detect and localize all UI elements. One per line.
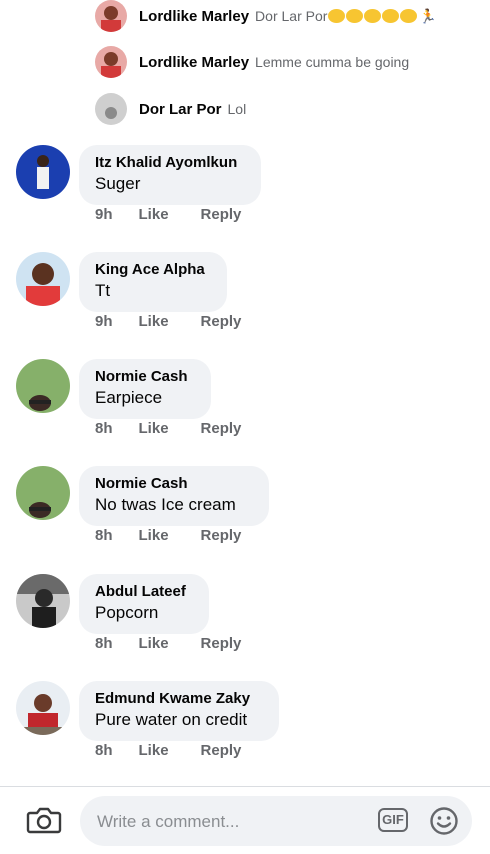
comment-actions: 9h Like Reply xyxy=(95,206,267,223)
comment-author[interactable]: Normie Cash xyxy=(95,367,195,387)
comment-author[interactable]: King Ace Alpha xyxy=(95,260,211,280)
comment-bubble[interactable]: King Ace Alpha Tt xyxy=(79,252,227,312)
comment-actions: 8h Like Reply xyxy=(95,420,267,437)
comment-bubble[interactable]: Abdul Lateef Popcorn xyxy=(79,574,209,634)
comment-text: Pure water on credit xyxy=(95,710,248,729)
reply-button[interactable]: Reply xyxy=(201,635,242,652)
reply-button[interactable]: Reply xyxy=(201,420,242,437)
reply-button[interactable]: Reply xyxy=(201,527,242,544)
laughing-emoji-icon xyxy=(346,8,364,23)
reply-text: Lol xyxy=(227,101,247,117)
comment-actions: 8h Like Reply xyxy=(95,742,267,759)
smiley-icon[interactable] xyxy=(429,806,459,836)
comment: Normie Cash Earpiece 8h Like Reply xyxy=(16,359,476,455)
avatar[interactable] xyxy=(16,359,70,413)
avatar[interactable] xyxy=(95,46,127,78)
comment-time[interactable]: 9h xyxy=(95,313,113,330)
like-button[interactable]: Like xyxy=(139,742,169,759)
gif-button[interactable]: GIF xyxy=(378,808,408,832)
comment-time[interactable]: 8h xyxy=(95,635,113,652)
comment-actions: 9h Like Reply xyxy=(95,313,267,330)
comment: Itz Khalid Ayomlkun Suger 9h Like Reply xyxy=(16,145,476,241)
comment-bubble[interactable]: Edmund Kwame Zaky Pure water on credit xyxy=(79,681,279,741)
comment-bubble[interactable]: Normie Cash Earpiece xyxy=(79,359,211,419)
comment: King Ace Alpha Tt 9h Like Reply xyxy=(16,252,476,348)
comment-author[interactable]: Itz Khalid Ayomlkun xyxy=(95,153,245,173)
like-button[interactable]: Like xyxy=(139,313,169,330)
comment-composer: GIF xyxy=(0,787,490,854)
comment-author[interactable]: Edmund Kwame Zaky xyxy=(95,689,263,709)
laughing-emoji-icon xyxy=(382,8,400,23)
reply-item: Lordlike Marley Lemme cumma be going xyxy=(95,46,409,78)
comment-text: Tt xyxy=(95,281,111,300)
avatar[interactable] xyxy=(16,145,70,199)
avatar[interactable] xyxy=(16,681,70,735)
comment-input-container: GIF xyxy=(80,796,472,846)
like-button[interactable]: Like xyxy=(139,420,169,437)
reply-author[interactable]: Dor Lar Por xyxy=(139,101,222,118)
avatar[interactable] xyxy=(95,93,127,125)
comment-time[interactable]: 9h xyxy=(95,206,113,223)
like-button[interactable]: Like xyxy=(139,206,169,223)
like-button[interactable]: Like xyxy=(139,527,169,544)
comment-actions: 8h Like Reply xyxy=(95,635,267,652)
reply-item: Lordlike Marley Dor Lar Por 🏃 xyxy=(95,0,437,32)
comment: Normie Cash No twas Ice cream 8h Like Re… xyxy=(16,466,476,562)
comment-bubble[interactable]: Normie Cash No twas Ice cream xyxy=(79,466,269,526)
comment-time[interactable]: 8h xyxy=(95,742,113,759)
running-person-icon: 🏃 xyxy=(419,7,437,24)
avatar[interactable] xyxy=(16,574,70,628)
laughing-emoji-icon xyxy=(328,8,346,23)
reply-button[interactable]: Reply xyxy=(201,313,242,330)
comment-author[interactable]: Normie Cash xyxy=(95,474,253,494)
comment-text: Suger xyxy=(95,174,141,193)
reply-button[interactable]: Reply xyxy=(201,742,242,759)
laughing-emoji-icon xyxy=(364,8,382,23)
comment-text: Popcorn xyxy=(95,603,159,622)
comment-text: No twas Ice cream xyxy=(95,495,236,514)
comment-time[interactable]: 8h xyxy=(95,420,113,437)
camera-icon[interactable] xyxy=(26,805,62,835)
comment-input[interactable] xyxy=(95,808,369,836)
reply-text: Dor Lar Por 🏃 xyxy=(255,7,437,24)
laughing-emoji-icon xyxy=(400,8,418,23)
reply-author[interactable]: Lordlike Marley xyxy=(139,8,249,25)
comment: Edmund Kwame Zaky Pure water on credit 8… xyxy=(16,681,476,777)
comment-bubble[interactable]: Itz Khalid Ayomlkun Suger xyxy=(79,145,261,205)
reply-item: Dor Lar Por Lol xyxy=(95,93,246,125)
comment-text: Earpiece xyxy=(95,388,163,407)
avatar[interactable] xyxy=(16,252,70,306)
comment-time[interactable]: 8h xyxy=(95,527,113,544)
like-button[interactable]: Like xyxy=(139,635,169,652)
reply-text: Lemme cumma be going xyxy=(255,54,410,70)
comment-author[interactable]: Abdul Lateef xyxy=(95,582,193,602)
reply-button[interactable]: Reply xyxy=(201,206,242,223)
reply-author[interactable]: Lordlike Marley xyxy=(139,54,249,71)
comment: Abdul Lateef Popcorn 8h Like Reply xyxy=(16,574,476,670)
avatar[interactable] xyxy=(16,466,70,520)
comment-actions: 8h Like Reply xyxy=(95,527,267,544)
avatar[interactable] xyxy=(95,0,127,32)
